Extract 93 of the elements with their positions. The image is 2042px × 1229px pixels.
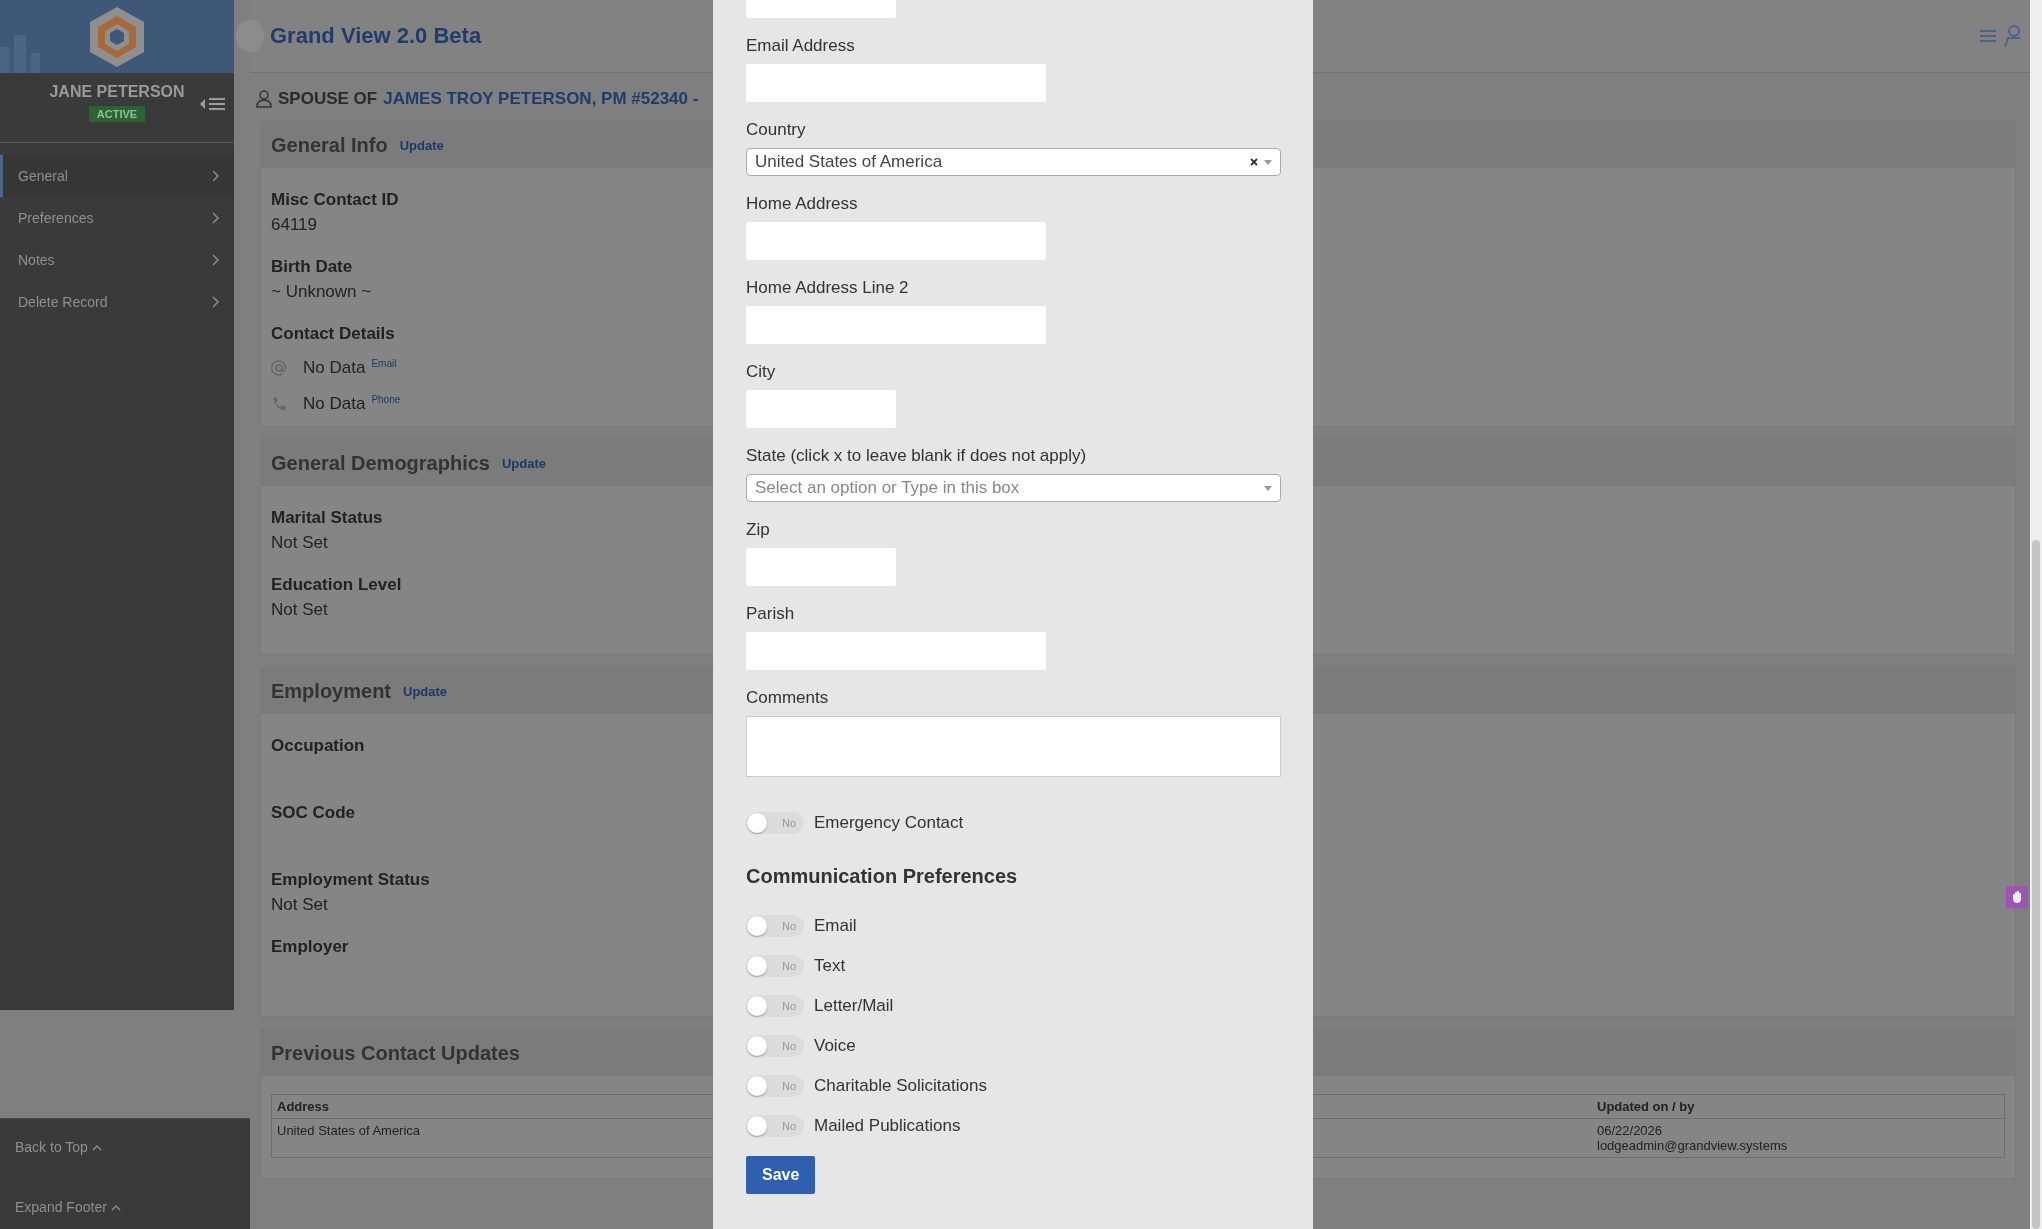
- column-header: Updated on / by: [1596, 1098, 1696, 1116]
- toggle-switch[interactable]: No: [746, 1035, 804, 1057]
- toggle-switch[interactable]: No: [746, 1115, 804, 1137]
- field-label: Birth Date: [271, 257, 353, 277]
- status-badge: ACTIVE: [88, 106, 146, 122]
- chevron-right-icon: [212, 296, 220, 308]
- update-link[interactable]: Update: [399, 137, 444, 153]
- phone-icon: [271, 396, 287, 412]
- input-field[interactable]: [746, 390, 896, 428]
- contact-value: No Data: [303, 358, 366, 378]
- input-field[interactable]: [746, 306, 1046, 344]
- input-field[interactable]: [746, 64, 1046, 102]
- input-field[interactable]: [746, 632, 1046, 670]
- field-label: Employer: [271, 937, 349, 957]
- chevron-right-icon: [212, 254, 220, 266]
- select-field[interactable]: Select an option or Type in this box: [746, 474, 1281, 502]
- field-value: ~ Unknown ~: [271, 282, 372, 303]
- field-value: 64119: [271, 215, 317, 236]
- table-cell-text: United States of America: [276, 1122, 422, 1140]
- toggle-switch[interactable]: No: [746, 1075, 804, 1097]
- field-label: Marital Status: [271, 508, 383, 528]
- toggle-label: Voice: [814, 1036, 856, 1056]
- widget-button[interactable]: [2006, 886, 2028, 908]
- relation-label: SPOUSE OF: [278, 89, 378, 109]
- toggle-switch[interactable]: No: [746, 995, 804, 1017]
- contact-type: Phone: [371, 394, 401, 405]
- scrollbar[interactable]: [2030, 0, 2042, 1229]
- at-sign-icon: [271, 360, 287, 376]
- table-cell-text: 06/22/2026: [1597, 1123, 1664, 1138]
- sidebar-item[interactable]: Delete Record: [0, 281, 234, 323]
- hand-icon: [2011, 890, 2023, 904]
- collapse-menu-icon[interactable]: [200, 96, 226, 112]
- field-label: SOC Code: [271, 803, 356, 823]
- toggle-label: Charitable Solicitations: [814, 1076, 987, 1096]
- update-link[interactable]: Update: [501, 455, 547, 471]
- field-label: Email Address: [746, 36, 856, 56]
- field-label: Education Level: [271, 575, 402, 595]
- field-value: Not Set: [271, 600, 328, 621]
- update-link[interactable]: Update: [403, 683, 448, 699]
- save-button[interactable]: Save: [746, 1156, 816, 1194]
- person-name: JANE PETERSON: [49, 83, 185, 101]
- select-field[interactable]: United States of America: [746, 148, 1281, 176]
- field-label: Contact Details: [271, 324, 395, 344]
- toggle-label: Mailed Publications: [814, 1116, 961, 1136]
- field-label: Country: [746, 120, 807, 140]
- hexagon-logo-icon: [89, 5, 145, 68]
- toggle-switch[interactable]: No: [746, 812, 804, 834]
- field-label: Zip: [746, 520, 771, 540]
- comments-field[interactable]: [746, 716, 1281, 777]
- field-label: Home Address: [746, 194, 859, 214]
- field-label: Employment Status: [271, 870, 430, 890]
- toggle-label: Letter/Mail: [814, 996, 894, 1016]
- field-label: Occupation: [271, 736, 365, 756]
- sidebar-item[interactable]: General: [0, 155, 234, 197]
- user-icon[interactable]: [2004, 24, 2020, 48]
- sidebar-item[interactable]: Preferences: [0, 197, 234, 239]
- field-label: Comments: [746, 688, 830, 708]
- input-field[interactable]: [746, 548, 896, 586]
- footer-link[interactable]: Expand Footer: [0, 1185, 250, 1229]
- section-title: Employment: [271, 679, 392, 703]
- field-label: City: [746, 362, 777, 382]
- chevron-right-icon: [212, 212, 220, 224]
- footer-link[interactable]: Back to Top: [0, 1125, 250, 1169]
- section-title: General Demographics: [271, 451, 490, 475]
- toggle-label: Text: [814, 956, 846, 976]
- toggle-switch[interactable]: No: [746, 915, 804, 937]
- app-title: Grand View 2.0 Beta: [270, 23, 482, 49]
- chevron-right-icon: [212, 170, 220, 182]
- section-title: General Info: [271, 133, 388, 157]
- field-label: Misc Contact ID: [271, 190, 399, 210]
- field-label: Home Address Line 2: [746, 278, 910, 298]
- field-value: Not Set: [271, 895, 328, 916]
- field-label: Parish: [746, 604, 796, 624]
- menu-icon[interactable]: [1980, 29, 1996, 43]
- toggle-label: Email: [814, 916, 857, 936]
- clear-icon[interactable]: [1250, 158, 1258, 166]
- section-heading: Communication Preferences: [746, 865, 1019, 888]
- person-icon: [256, 90, 272, 108]
- caret-up-icon: [110, 1203, 121, 1211]
- input-field[interactable]: [746, 222, 1046, 260]
- section-title: Previous Contact Updates: [271, 1041, 520, 1065]
- field-value: Not Set: [271, 533, 328, 554]
- contact-type: Email: [371, 358, 397, 369]
- table-cell-text: lodgeadmin@grandview.systems: [1597, 1138, 1789, 1153]
- sidebar-item[interactable]: Notes: [0, 239, 234, 281]
- caret-up-icon: [91, 1143, 102, 1151]
- field-label: State (click x to leave blank if does not apply): [746, 446, 1088, 466]
- toggle-label: Emergency Contact: [814, 813, 964, 833]
- member-link[interactable]: JAMES TROY PETERSON, PM #52340 -: [383, 89, 699, 109]
- dropdown-caret-icon: [1264, 159, 1272, 165]
- toggle-switch[interactable]: No: [746, 955, 804, 977]
- column-header: Address: [276, 1098, 331, 1116]
- contact-value: No Data: [303, 394, 366, 414]
